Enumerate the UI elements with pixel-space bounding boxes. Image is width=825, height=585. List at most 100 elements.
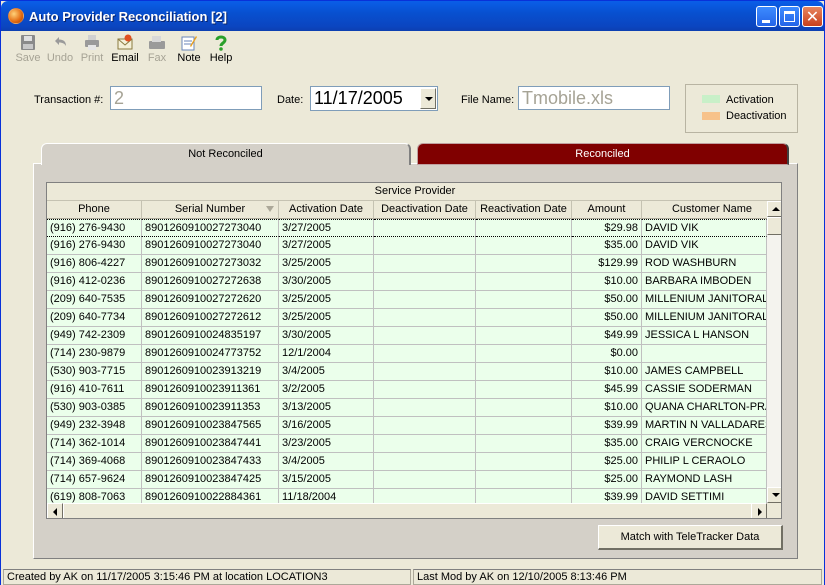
cell-deactivation-date[interactable] [374, 255, 476, 273]
table-row[interactable]: (714) 657-9624 8901260910023847425 3/15/20… [47, 471, 767, 489]
cell-reactivation-date[interactable] [476, 219, 572, 237]
cell-reactivation-date[interactable] [476, 363, 572, 381]
cell-amount[interactable]: $50.00 [572, 309, 642, 327]
cell-deactivation-date[interactable] [374, 237, 476, 255]
cell-customer-name[interactable]: PHILIP L CERAOLO [642, 453, 767, 471]
cell-deactivation-date[interactable] [374, 345, 476, 363]
cell-reactivation-date[interactable] [476, 255, 572, 273]
cell-customer-name[interactable]: MILLENIUM JANITORAL [642, 291, 767, 309]
cell-amount[interactable]: $29.98 [572, 219, 642, 237]
table-row[interactable]: (530) 903-7715 8901260910023913219 3/4/200… [47, 363, 767, 381]
cell-phone[interactable]: (916) 276-9430 [47, 219, 142, 237]
cell-customer-name[interactable]: MILLENIUM JANITORAL [642, 309, 767, 327]
cell-reactivation-date[interactable] [476, 309, 572, 327]
cell-phone[interactable]: (916) 410-7611 [47, 381, 142, 399]
cell-amount[interactable]: $10.00 [572, 273, 642, 291]
cell-activation-date[interactable]: 3/13/2005 [279, 399, 374, 417]
tab-not-reconciled[interactable]: Not Reconciled [41, 143, 411, 165]
cell-reactivation-date[interactable] [476, 327, 572, 345]
table-row[interactable]: (916) 412-0236 8901260910027272638 3/30/20… [47, 273, 767, 291]
column-header-activation-date[interactable]: Activation Date [279, 201, 374, 219]
cell-deactivation-date[interactable] [374, 273, 476, 291]
reconciliation-grid[interactable]: Service Provider Phone Serial Number Act… [46, 182, 782, 519]
table-row[interactable]: (949) 742-2309 8901260910024835197 3/30/20… [47, 327, 767, 345]
date-picker[interactable]: 11/17/2005 [310, 86, 438, 111]
cell-amount[interactable]: $35.00 [572, 435, 642, 453]
cell-deactivation-date[interactable] [374, 471, 476, 489]
column-header-deactivation-date[interactable]: Deactivation Date [374, 201, 476, 219]
table-row[interactable]: (916) 410-7611 8901260910023911361 3/2/200… [47, 381, 767, 399]
cell-reactivation-date[interactable] [476, 453, 572, 471]
cell-customer-name[interactable]: CASSIE SODERMAN [642, 381, 767, 399]
cell-phone[interactable]: (916) 276-9430 [47, 237, 142, 255]
cell-reactivation-date[interactable] [476, 237, 572, 255]
cell-customer-name[interactable]: ROD WASHBURN [642, 255, 767, 273]
cell-customer-name[interactable]: JAMES CAMPBELL [642, 363, 767, 381]
help-button[interactable]: Help [204, 34, 238, 64]
cell-deactivation-date[interactable] [374, 291, 476, 309]
cell-serial-number[interactable]: 8901260910027272638 [142, 273, 279, 291]
cell-deactivation-date[interactable] [374, 489, 476, 503]
table-row[interactable]: (714) 369-4068 8901260910023847433 3/4/200… [47, 453, 767, 471]
cell-activation-date[interactable]: 3/2/2005 [279, 381, 374, 399]
filename-field[interactable]: Tmobile.xls [518, 86, 670, 110]
cell-customer-name[interactable]: MARTIN N VALLADARES [642, 417, 767, 435]
cell-reactivation-date[interactable] [476, 381, 572, 399]
match-teletracker-button[interactable]: Match with TeleTracker Data [598, 525, 783, 550]
cell-customer-name[interactable]: DAVID VIK [642, 237, 767, 255]
cell-phone[interactable]: (916) 412-0236 [47, 273, 142, 291]
table-row[interactable]: (619) 808-7063 8901260910022884361 11/18/2… [47, 489, 767, 503]
horizontal-scroll-thumb[interactable] [63, 503, 753, 518]
print-button[interactable]: Print [75, 34, 109, 64]
cell-serial-number[interactable]: 8901260910023847433 [142, 453, 279, 471]
scroll-left-button[interactable] [47, 503, 63, 518]
cell-serial-number[interactable]: 8901260910027272620 [142, 291, 279, 309]
cell-reactivation-date[interactable] [476, 471, 572, 489]
cell-reactivation-date[interactable] [476, 489, 572, 503]
cell-reactivation-date[interactable] [476, 345, 572, 363]
undo-button[interactable]: Undo [43, 34, 77, 64]
cell-reactivation-date[interactable] [476, 273, 572, 291]
email-button[interactable]: Email [108, 34, 142, 64]
transaction-field[interactable]: 2 [110, 86, 262, 110]
cell-amount[interactable]: $10.00 [572, 363, 642, 381]
column-header-customer-name[interactable]: Customer Name [642, 201, 781, 219]
table-row[interactable]: (916) 276-9430 8901260910027273040 3/27/20… [47, 219, 767, 237]
title-bar[interactable]: Auto Provider Reconciliation [2] ✕ [1, 1, 824, 31]
column-header-amount[interactable]: Amount [572, 201, 642, 219]
table-row[interactable]: (209) 640-7734 8901260910027272612 3/25/20… [47, 309, 767, 327]
cell-amount[interactable]: $39.99 [572, 417, 642, 435]
cell-activation-date[interactable]: 3/23/2005 [279, 435, 374, 453]
cell-phone[interactable]: (714) 362-1014 [47, 435, 142, 453]
cell-serial-number[interactable]: 8901260910023913219 [142, 363, 279, 381]
cell-phone[interactable]: (619) 808-7063 [47, 489, 142, 503]
cell-phone[interactable]: (916) 806-4227 [47, 255, 142, 273]
cell-serial-number[interactable]: 8901260910027273040 [142, 219, 279, 237]
cell-deactivation-date[interactable] [374, 327, 476, 345]
cell-deactivation-date[interactable] [374, 309, 476, 327]
cell-activation-date[interactable]: 3/4/2005 [279, 453, 374, 471]
cell-deactivation-date[interactable] [374, 363, 476, 381]
scroll-up-button[interactable] [767, 201, 781, 217]
cell-activation-date[interactable]: 3/4/2005 [279, 363, 374, 381]
horizontal-scrollbar[interactable] [47, 503, 767, 518]
cell-phone[interactable]: (714) 369-4068 [47, 453, 142, 471]
cell-reactivation-date[interactable] [476, 435, 572, 453]
table-row[interactable]: (530) 903-0385 8901260910023911353 3/13/20… [47, 399, 767, 417]
cell-activation-date[interactable]: 3/15/2005 [279, 471, 374, 489]
cell-deactivation-date[interactable] [374, 399, 476, 417]
save-button[interactable]: Save [11, 34, 45, 64]
cell-activation-date[interactable]: 11/18/2004 [279, 489, 374, 503]
cell-activation-date[interactable]: 3/25/2005 [279, 255, 374, 273]
scroll-down-button[interactable] [767, 487, 781, 503]
cell-serial-number[interactable]: 8901260910023911353 [142, 399, 279, 417]
cell-phone[interactable]: (949) 742-2309 [47, 327, 142, 345]
cell-customer-name[interactable]: QUANA CHARLTON-PRA [642, 399, 767, 417]
cell-serial-number[interactable]: 8901260910027272612 [142, 309, 279, 327]
cell-phone[interactable]: (209) 640-7535 [47, 291, 142, 309]
cell-deactivation-date[interactable] [374, 381, 476, 399]
column-header-serial-number[interactable]: Serial Number [142, 201, 279, 219]
cell-phone[interactable]: (530) 903-0385 [47, 399, 142, 417]
cell-amount[interactable]: $35.00 [572, 237, 642, 255]
cell-amount[interactable]: $25.00 [572, 471, 642, 489]
